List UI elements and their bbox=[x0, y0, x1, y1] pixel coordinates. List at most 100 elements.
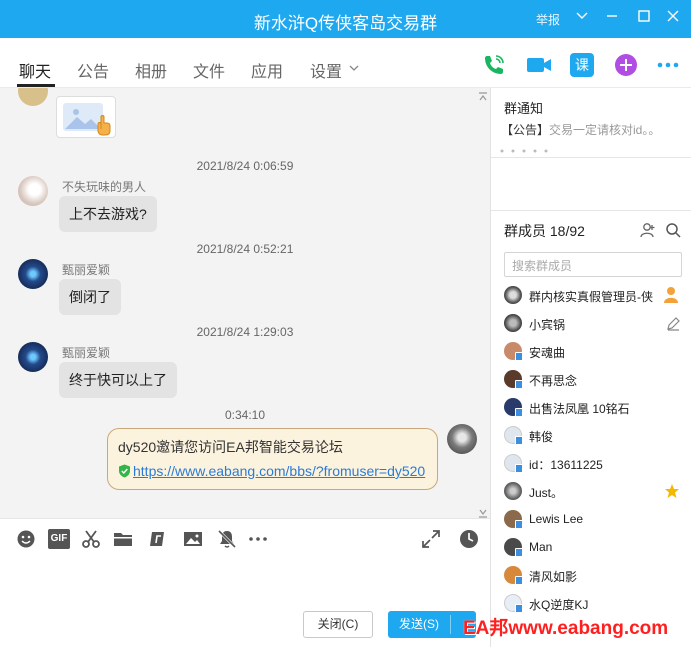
sender-name[interactable]: 甄丽爱颖 bbox=[62, 344, 110, 361]
member-item[interactable]: Man bbox=[504, 538, 689, 560]
phone-call-icon[interactable] bbox=[482, 53, 506, 77]
member-avatar bbox=[504, 314, 522, 332]
member-name: 小宾锅 bbox=[529, 318, 566, 332]
music-icon[interactable] bbox=[148, 529, 168, 549]
forum-link[interactable]: https://www.eabang.com/bbs/?fromuser=dy5… bbox=[133, 463, 425, 479]
member-item[interactable]: Lewis Lee bbox=[504, 510, 689, 532]
mobile-badge-icon bbox=[515, 548, 523, 557]
gif-icon[interactable]: GIF bbox=[48, 529, 70, 549]
search-icon[interactable] bbox=[665, 222, 681, 241]
avatar[interactable] bbox=[18, 259, 48, 289]
member-name: 出售法凤凰 10铭石 bbox=[529, 402, 630, 416]
add-member-icon[interactable] bbox=[640, 222, 656, 241]
member-item[interactable]: 韩俊 bbox=[504, 426, 689, 448]
member-item[interactable]: 群内核实真假管理员-侠 bbox=[504, 286, 689, 308]
member-item[interactable]: id：13611225 bbox=[504, 454, 689, 476]
report-button[interactable]: 举报 bbox=[536, 11, 560, 28]
member-name: 清风如影 bbox=[529, 570, 578, 584]
tab-album[interactable]: 相册 bbox=[135, 58, 167, 82]
add-app-icon[interactable] bbox=[614, 53, 638, 77]
member-name: 安魂曲 bbox=[529, 346, 566, 360]
member-item[interactable]: 小宾锅 bbox=[504, 314, 689, 336]
message-bubble[interactable]: 上不去游戏? bbox=[59, 196, 157, 232]
avatar[interactable] bbox=[18, 176, 48, 206]
message-timestamp: 0:34:10 bbox=[224, 408, 266, 422]
member-name: id：13611225 bbox=[529, 458, 603, 472]
message-timestamp: 2021/8/24 0:52:21 bbox=[196, 242, 294, 256]
divider bbox=[450, 615, 451, 634]
sender-name[interactable]: 不失玩味的男人 bbox=[62, 178, 146, 195]
avatar[interactable] bbox=[18, 342, 48, 372]
title-bar: 新水浒Q传侠客岛交易群 举报 bbox=[0, 0, 691, 38]
picture-icon bbox=[63, 103, 111, 136]
input-toolbar: GIF bbox=[0, 518, 490, 558]
tab-chat[interactable]: 聊天 bbox=[19, 58, 51, 82]
member-item[interactable]: 清风如影 bbox=[504, 566, 689, 588]
message-timestamp: 2021/8/24 0:06:59 bbox=[196, 159, 294, 173]
tab-apps[interactable]: 应用 bbox=[251, 58, 283, 82]
member-name: 韩俊 bbox=[529, 430, 554, 444]
group-notice-text[interactable]: 【公告】交易一定请核对id。。 bbox=[501, 121, 660, 138]
my-avatar[interactable] bbox=[447, 424, 477, 454]
tab-bar: 聊天 公告 相册 文件 应用 设置 课 bbox=[0, 38, 691, 88]
maximize-icon[interactable] bbox=[634, 8, 654, 28]
mute-icon[interactable] bbox=[217, 529, 237, 549]
avatar bbox=[18, 88, 48, 106]
course-icon[interactable]: 课 bbox=[570, 53, 594, 77]
notice-pagination-dots[interactable] bbox=[499, 143, 559, 158]
notice-tag: 【公告】 bbox=[501, 123, 550, 137]
group-members-title: 群成员 18/92 bbox=[504, 223, 585, 239]
video-call-icon[interactable] bbox=[526, 53, 551, 77]
scissors-icon[interactable] bbox=[81, 529, 101, 549]
member-item[interactable]: Just。 bbox=[504, 482, 689, 504]
expand-input-icon[interactable] bbox=[421, 529, 441, 549]
member-avatar bbox=[504, 482, 522, 500]
mobile-badge-icon bbox=[515, 464, 523, 473]
message-input[interactable]: 关闭(C) 发送(S) bbox=[0, 558, 490, 647]
message-text: dy520邀请您访问EA邦智能交易论坛 bbox=[118, 439, 343, 455]
folder-icon[interactable] bbox=[113, 529, 133, 549]
message-bubble[interactable]: 终于快可以上了 bbox=[59, 362, 177, 398]
member-name: 水Q逆度KJ bbox=[529, 598, 589, 612]
my-message-bubble[interactable]: dy520邀请您访问EA邦智能交易论坛 https://www.eabang.c… bbox=[107, 428, 438, 490]
chevron-down-icon[interactable] bbox=[348, 62, 360, 77]
tab-settings[interactable]: 设置 bbox=[310, 58, 342, 82]
edit-icon[interactable] bbox=[666, 316, 681, 334]
expand-down-icon[interactable] bbox=[478, 506, 488, 518]
tab-files[interactable]: 文件 bbox=[193, 58, 225, 82]
notice-content: 交易一定请核对id。。 bbox=[549, 123, 661, 137]
more-tools-icon[interactable] bbox=[248, 529, 268, 549]
member-name: Man bbox=[529, 540, 553, 554]
safe-link-shield-icon bbox=[119, 464, 130, 478]
dropdown-icon[interactable] bbox=[572, 8, 592, 28]
mobile-badge-icon bbox=[515, 604, 523, 613]
mobile-badge-icon bbox=[515, 436, 523, 445]
mobile-badge-icon bbox=[515, 408, 523, 417]
sender-name[interactable]: 甄丽爱颖 bbox=[62, 261, 110, 278]
mobile-badge-icon bbox=[515, 520, 523, 529]
image-icon[interactable] bbox=[183, 529, 203, 549]
member-search-input[interactable]: 搜索群成员 bbox=[504, 252, 682, 277]
star-icon bbox=[664, 483, 680, 502]
member-name: 群内核实真假管理员-侠 bbox=[529, 290, 653, 304]
close-button[interactable]: 关闭(C) bbox=[303, 611, 373, 638]
emoji-icon[interactable] bbox=[16, 529, 36, 549]
member-item[interactable]: 出售法凤凰 10铭石 bbox=[504, 398, 689, 420]
member-item[interactable]: 安魂曲 bbox=[504, 342, 689, 364]
chat-history[interactable]: 2021/8/24 0:06:59 不失玩味的男人 上不去游戏? 2021/8/… bbox=[0, 88, 490, 518]
member-name: Lewis Lee bbox=[529, 512, 584, 526]
send-button-label: 发送(S) bbox=[399, 617, 439, 631]
tab-notice[interactable]: 公告 bbox=[77, 58, 109, 82]
collapse-icon[interactable] bbox=[478, 90, 488, 105]
divider bbox=[491, 210, 691, 211]
member-avatar bbox=[504, 286, 522, 304]
member-item[interactable]: 不再思念 bbox=[504, 370, 689, 392]
group-notice-title[interactable]: 群通知 bbox=[504, 98, 543, 117]
more-icon[interactable] bbox=[656, 53, 680, 77]
close-icon[interactable] bbox=[663, 8, 683, 28]
minimize-icon[interactable] bbox=[602, 8, 622, 28]
image-message[interactable] bbox=[56, 96, 116, 138]
message-bubble[interactable]: 倒闭了 bbox=[59, 279, 121, 315]
group-side-panel: 群通知 【公告】交易一定请核对id。。 群成员 18/92 搜索群成员 群内核实… bbox=[490, 88, 691, 647]
history-clock-icon[interactable] bbox=[459, 529, 479, 549]
